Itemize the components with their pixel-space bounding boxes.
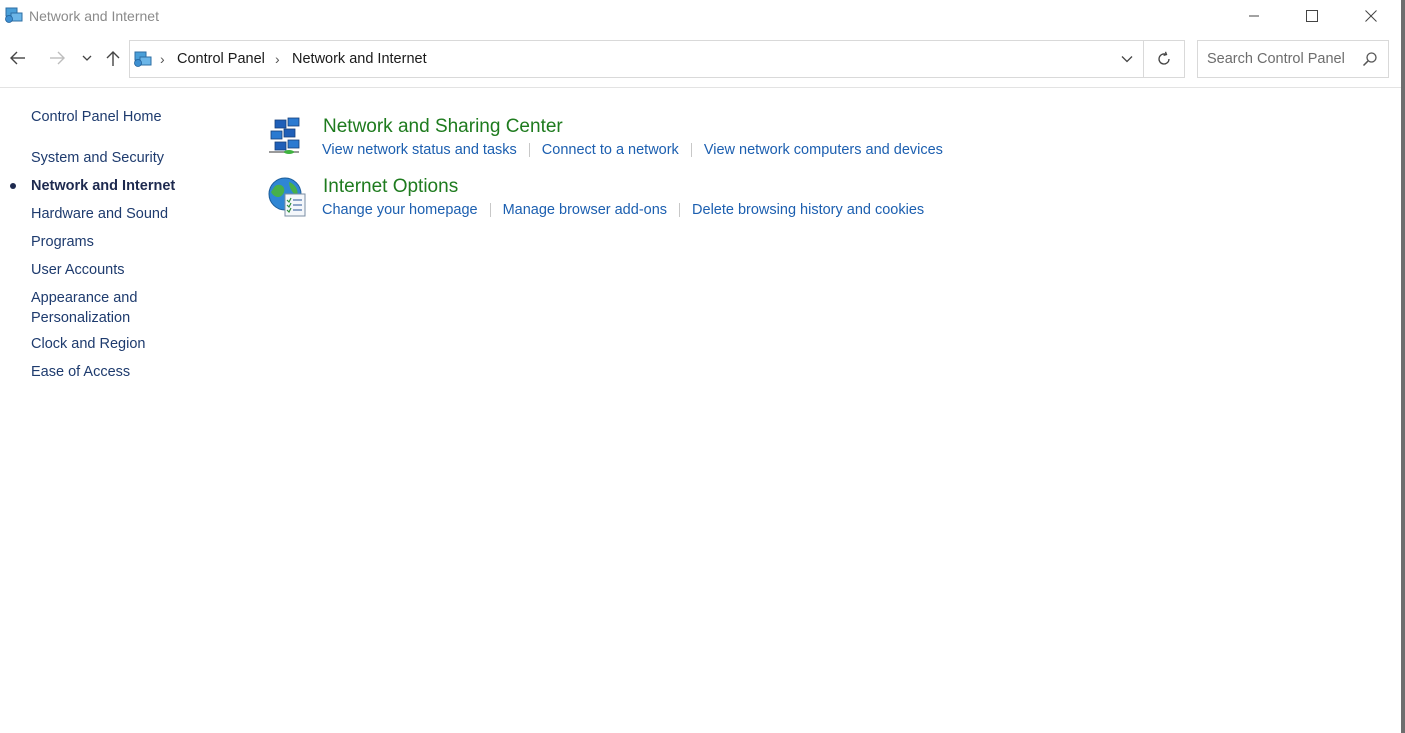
maximize-button[interactable] (1283, 0, 1341, 32)
change-homepage-link[interactable]: Change your homepage (322, 202, 478, 218)
internet-options-link[interactable]: Internet Options (323, 176, 458, 198)
forward-button[interactable] (45, 46, 69, 70)
refresh-icon (1158, 51, 1170, 65)
link-divider (528, 143, 530, 157)
search-icon[interactable] (1362, 51, 1378, 67)
arrow-right-icon (50, 51, 65, 65)
sidebar-item-system-and-security[interactable]: System and Security (31, 148, 164, 168)
window-edge (1401, 0, 1405, 733)
minimize-button[interactable] (1225, 0, 1283, 32)
arrow-up-icon (106, 51, 120, 66)
recent-locations-button[interactable] (76, 46, 98, 70)
sidebar-item-clock-and-region[interactable]: Clock and Region (31, 334, 145, 354)
chevron-down-icon (82, 55, 92, 61)
link-divider (679, 203, 681, 217)
up-button[interactable] (101, 46, 125, 70)
sidebar-item-hardware-and-sound[interactable]: Hardware and Sound (31, 204, 168, 224)
sidebar-item-programs[interactable]: Programs (31, 232, 94, 252)
network-and-sharing-center-link[interactable]: Network and Sharing Center (323, 116, 563, 138)
maximize-icon (1306, 10, 1318, 22)
chevron-down-icon (1121, 56, 1133, 63)
sidebar-item-control-panel-home[interactable]: Control Panel Home (31, 107, 162, 127)
sidebar-item-ease-of-access[interactable]: Ease of Access (31, 362, 130, 382)
back-button[interactable] (6, 46, 30, 70)
connect-to-network-link[interactable]: Connect to a network (542, 142, 679, 158)
manage-browser-addons-link[interactable]: Manage browser add-ons (503, 202, 667, 218)
breadcrumb-network-and-internet[interactable]: Network and Internet (292, 51, 427, 67)
window-title: Network and Internet (29, 8, 159, 24)
address-bar[interactable]: › Control Panel › Network and Internet (129, 40, 1185, 78)
refresh-button[interactable] (1143, 41, 1184, 77)
minimize-icon (1249, 15, 1259, 17)
close-icon (1365, 10, 1377, 22)
arrow-left-icon (10, 51, 25, 65)
breadcrumb-separator-icon[interactable]: › (275, 51, 280, 67)
network-sharing-tasks: View network status and tasks Connect to… (322, 142, 943, 158)
active-indicator-icon (10, 183, 16, 189)
breadcrumb-separator-icon[interactable]: › (160, 51, 165, 67)
link-divider (489, 203, 491, 217)
sidebar-item-user-accounts[interactable]: User Accounts (31, 260, 125, 280)
network-internet-icon (4, 6, 24, 24)
title-bar: Network and Internet (0, 0, 1403, 32)
address-dropdown-button[interactable] (1112, 41, 1142, 77)
search-box[interactable] (1197, 40, 1389, 78)
sidebar-item-network-and-internet[interactable]: Network and Internet (31, 176, 175, 196)
network-internet-icon (133, 50, 153, 68)
breadcrumb-control-panel[interactable]: Control Panel (177, 51, 265, 67)
network-sharing-center-icon[interactable] (267, 116, 309, 158)
view-network-status-link[interactable]: View network status and tasks (322, 142, 517, 158)
header-divider (0, 87, 1401, 88)
close-button[interactable] (1342, 0, 1400, 32)
view-network-computers-link[interactable]: View network computers and devices (704, 142, 943, 158)
internet-options-tasks: Change your homepage Manage browser add-… (322, 202, 924, 218)
internet-options-icon[interactable] (267, 176, 309, 218)
delete-browsing-history-link[interactable]: Delete browsing history and cookies (692, 202, 924, 218)
sidebar-item-appearance-and-personalization[interactable]: Appearance and Personalization (31, 288, 137, 328)
search-input[interactable] (1198, 41, 1358, 77)
link-divider (690, 143, 692, 157)
